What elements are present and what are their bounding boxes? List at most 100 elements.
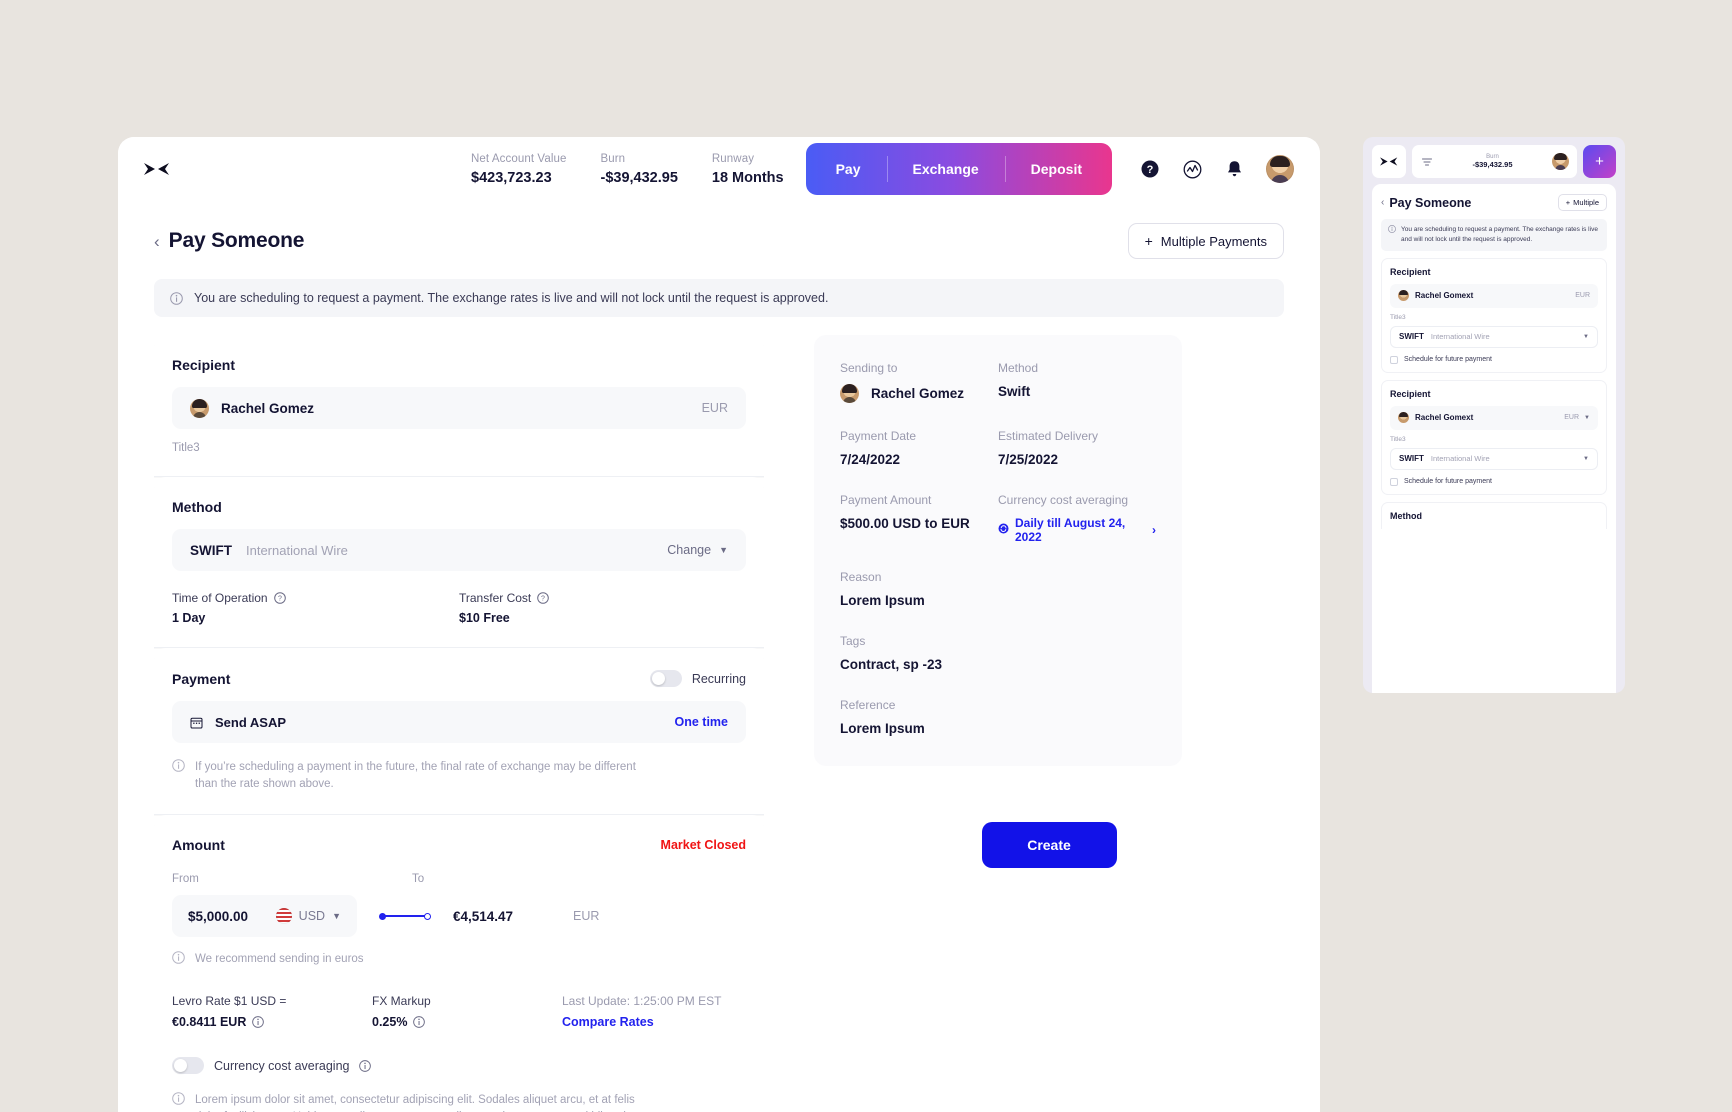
fx-markup: FX Markup 0.25%: [372, 994, 562, 1029]
send-asap-label: Send ASAP: [215, 714, 287, 730]
mobile-method-select[interactable]: SWIFT International Wire ▼: [1390, 447, 1598, 470]
bell-icon[interactable]: [1224, 159, 1244, 179]
mobile-method-select[interactable]: SWIFT International Wire ▼: [1390, 325, 1598, 348]
sending-to-name: Rachel Gomez: [871, 386, 965, 401]
to-label: To: [412, 873, 425, 886]
summary-method: Method Swift: [998, 361, 1156, 403]
recipient-select[interactable]: Rachel Gomez EUR: [172, 387, 746, 429]
stat-value: -$39,432.95: [600, 169, 678, 186]
levro-rate-label: Levro Rate $1 USD =: [172, 994, 287, 1009]
send-asap-row[interactable]: Send ASAP One time: [172, 701, 746, 743]
compare-rates-link[interactable]: Compare Rates: [562, 1015, 746, 1029]
one-time-link[interactable]: One time: [675, 715, 729, 729]
info-icon[interactable]: [252, 1015, 265, 1029]
page-body: ‹ Pay Someone + Multiple Payments You ar…: [118, 201, 1320, 1112]
payment-hint-text: If you’re scheduling a payment in the fu…: [195, 761, 636, 790]
stat-runway: Runway 18 Months: [712, 153, 784, 186]
recurring-toggle[interactable]: [649, 670, 682, 687]
mobile-recipient-card-2: Recipient Rachel Gomext EUR ▼ Title3 SWI…: [1381, 379, 1607, 495]
label-text: Time of Operation: [172, 591, 268, 605]
chevron-down-icon[interactable]: ▼: [332, 911, 341, 921]
help-icon[interactable]: ?: [1140, 159, 1160, 179]
slider-knob-right[interactable]: [424, 912, 431, 920]
multiple-payments-button[interactable]: + Multiple Payments: [1127, 223, 1284, 259]
time-of-operation-value: 1 Day: [172, 611, 206, 625]
filter-icon[interactable]: [1420, 155, 1433, 168]
info-icon: [1388, 225, 1396, 245]
exchange-button[interactable]: Exchange: [886, 143, 1005, 195]
tags-label: Tags: [840, 634, 866, 648]
mobile-recipient-currency: EUR: [1564, 414, 1580, 421]
from-amount-input[interactable]: $5,000.00 USD ▼: [172, 895, 357, 938]
help-circle-icon[interactable]: ?: [537, 591, 550, 605]
label-text: Transfer Cost: [459, 591, 532, 605]
to-amount-value: €4,514.47: [453, 908, 514, 924]
mobile-recipient-currency: EUR: [1575, 292, 1590, 299]
from-header: From: [172, 869, 412, 887]
method-details: Time of Operation ? 1 Day Transfer Cost: [172, 591, 746, 625]
banner-text: You are scheduling to request a payment.…: [194, 291, 829, 305]
mobile-swift-code: SWIFT: [1399, 454, 1424, 463]
mobile-add-button[interactable]: +: [1583, 145, 1616, 178]
chevron-down-icon[interactable]: ▼: [1583, 456, 1589, 462]
summary-estimated-delivery: Estimated Delivery 7/25/2022: [998, 429, 1156, 467]
schedule-checkbox[interactable]: [1390, 355, 1398, 364]
info-icon[interactable]: [359, 1059, 372, 1072]
summary-column: Sending to Rachel Gomez Method Swift Pay…: [764, 317, 1284, 1112]
mobile-banner-text: You are scheduling to request a payment.…: [1401, 226, 1598, 243]
recipient-card: Recipient Rachel Gomez EUR Title3: [154, 335, 764, 477]
from-amount-value: $5,000.00: [188, 908, 249, 924]
summary-currency-cost-averaging: Currency cost averaging Daily till Augus…: [998, 493, 1156, 544]
reference-value: Lorem Ipsum: [840, 721, 925, 736]
info-icon[interactable]: [413, 1015, 426, 1029]
schedule-checkbox[interactable]: [1390, 477, 1398, 486]
mobile-recipient-select[interactable]: Rachel Gomext EUR: [1390, 283, 1598, 308]
amount-direction-slider[interactable]: [379, 910, 431, 922]
chevron-down-icon[interactable]: ▼: [1583, 334, 1589, 340]
mobile-schedule-row: Schedule for future payment: [1390, 355, 1598, 364]
help-circle-icon[interactable]: ?: [273, 591, 287, 605]
cca-schedule-link[interactable]: Daily till August 24, 2022 ›: [998, 516, 1156, 544]
mobile-method-title: Method: [1390, 510, 1422, 521]
pay-button[interactable]: Pay: [810, 143, 887, 195]
info-icon: [170, 291, 183, 305]
recipient-sub-label: Title3: [172, 442, 200, 454]
back-button[interactable]: ‹: [1381, 197, 1384, 208]
payment-card: Payment Recurring Send ASAP One time If …: [154, 648, 764, 816]
chevron-down-icon[interactable]: ▼: [1584, 415, 1590, 421]
method-select[interactable]: SWIFT International Wire Change ▼: [172, 529, 746, 571]
mobile-schedule-label: Schedule for future payment: [1404, 478, 1492, 485]
mobile-page-title: Pay Someone: [1389, 195, 1472, 210]
mobile-recipient-select[interactable]: Rachel Gomext EUR ▼: [1390, 405, 1598, 430]
slider-knob-left[interactable]: [379, 913, 386, 921]
method-description: International Wire: [246, 542, 348, 558]
currency-cost-averaging-toggle[interactable]: [172, 1057, 204, 1075]
cca-hint-text: Lorem ipsum dolor sit amet, consectetur …: [195, 1094, 642, 1112]
mobile-multiple-button[interactable]: + Multiple: [1557, 194, 1607, 211]
activity-icon[interactable]: [1182, 159, 1202, 179]
mobile-preview-window: Burn -$39,432.95 + ‹ Pay Someone + Multi…: [1363, 137, 1625, 693]
amount-section-title: Amount: [172, 837, 225, 854]
create-button-wrap: Create: [814, 822, 1284, 868]
payment-amount-value: $500.00 USD to EUR: [840, 516, 970, 531]
mobile-schedule-row: Schedule for future payment: [1390, 477, 1598, 486]
method-change-label[interactable]: Change: [667, 543, 711, 557]
create-button[interactable]: Create: [981, 822, 1117, 868]
avatar[interactable]: [1552, 153, 1569, 170]
chevron-down-icon[interactable]: ▼: [719, 545, 728, 555]
levro-logo-icon[interactable]: [1372, 145, 1406, 178]
mobile-stat-burn[interactable]: Burn -$39,432.95: [1412, 145, 1577, 178]
info-icon: [172, 759, 185, 772]
avatar[interactable]: [1266, 155, 1294, 183]
mobile-recipient-name: Rachel Gomext: [1415, 413, 1474, 422]
recipient-avatar: [840, 384, 859, 403]
mobile-body: ‹ Pay Someone + Multiple You are schedul…: [1372, 184, 1616, 693]
to-currency: EUR: [573, 909, 600, 924]
mobile-sub-label: Title3: [1390, 435, 1406, 443]
deposit-button[interactable]: Deposit: [1004, 143, 1108, 195]
reason-label: Reason: [840, 570, 882, 584]
recurring-toggle-row: Recurring: [649, 670, 746, 687]
back-button[interactable]: ‹: [154, 233, 160, 250]
levro-logo-icon[interactable]: [140, 152, 174, 186]
method-card: Method SWIFT International Wire Change ▼: [154, 477, 764, 648]
